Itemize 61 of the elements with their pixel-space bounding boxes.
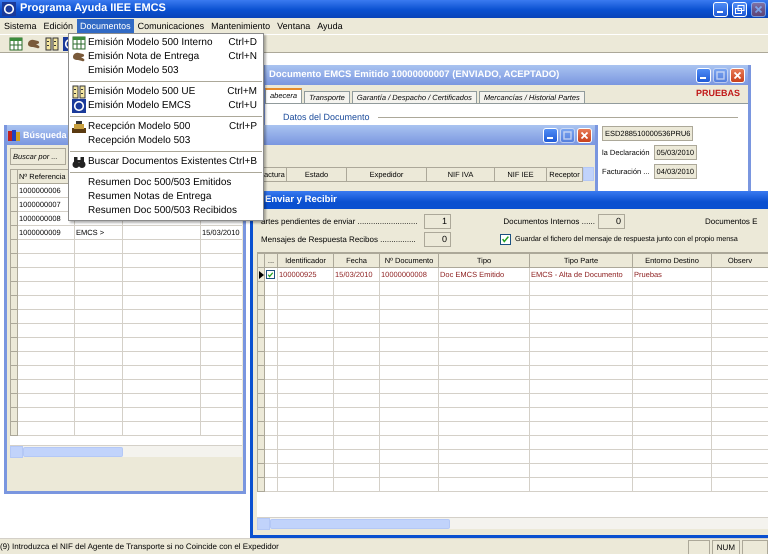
menu-item[interactable]: Recepción Modelo 503 (69, 134, 263, 148)
maximize-icon (715, 70, 726, 80)
menu-item[interactable]: Comunicaciones (134, 18, 208, 34)
menu-item[interactable]: Edición (40, 18, 76, 34)
books-icon (7, 128, 21, 142)
ring-icon (2, 2, 16, 16)
hand-icon (72, 50, 86, 64)
machine-icon (72, 120, 86, 134)
ring-icon (72, 99, 86, 113)
close-icon (579, 130, 590, 140)
menu-item[interactable]: Ventana (274, 18, 314, 34)
counter-label: Documentos Internos ...... (502, 216, 596, 226)
menu-item[interactable]: Emisión Nota de Entrega Ctrl+N (69, 50, 263, 64)
minimize-button[interactable] (543, 128, 558, 142)
menu-item[interactable]: Emisión Modelo 500 UE Ctrl+M (69, 85, 263, 99)
menu-item[interactable]: Emisión Modelo EMCS Ctrl+U (69, 99, 263, 113)
scrollbar-thumb[interactable] (23, 447, 123, 457)
minimize-button[interactable] (713, 2, 728, 16)
menu-item[interactable]: Ayuda (314, 18, 346, 34)
close-icon (732, 70, 743, 80)
menu-item[interactable]: Buscar Documentos Existentes Ctrl+B (69, 155, 263, 169)
columns-icon (72, 85, 86, 99)
section-title: Datos del Documento (283, 112, 370, 123)
counter-label: Mensajes de Respuesta Recibos ................ (261, 234, 417, 244)
grid-icon (9, 36, 23, 50)
close-icon (753, 4, 764, 14)
restore-icon (734, 4, 745, 14)
minimize-icon (717, 10, 723, 12)
columns-icon (45, 36, 59, 50)
minimize-icon (700, 76, 706, 78)
status-panel: NUM (712, 540, 740, 554)
restore-button[interactable] (732, 2, 747, 16)
window-title: Documento EMCS Emitido 10000000007 (ENVIADO, ACEPTADO) (269, 69, 560, 81)
menu-item[interactable]: Emisión Modelo 503 (69, 64, 263, 78)
counter-value: 0 (598, 214, 625, 229)
checkbox[interactable] (266, 270, 275, 280)
status-message: (9) Introduzca el NIF del Agente de Transporte si no Coincide con el Expedidor (0, 542, 280, 552)
counter-value: 0 (424, 232, 451, 247)
status-panel (688, 540, 710, 554)
menu-item[interactable]: Documentos (77, 18, 134, 34)
app-title: Programa Ayuda IIEE EMCS (20, 2, 167, 16)
menu-item[interactable]: Sistema (1, 18, 40, 34)
maximize-icon (562, 130, 573, 140)
environment-label: PRUEBAS (696, 88, 740, 99)
scrollbar-thumb[interactable] (270, 519, 450, 529)
menu-item[interactable]: Recepción Modelo 500 Ctrl+P (69, 120, 263, 134)
window-title: Búsqueda (23, 130, 67, 140)
menu-item[interactable]: Mantenimiento (208, 18, 274, 34)
minimize-icon (547, 136, 553, 138)
window-title: Enviar y Recibir (265, 194, 337, 206)
counter-value: 1 (424, 214, 451, 229)
grid-icon (72, 36, 86, 50)
checkbox[interactable] (500, 234, 511, 245)
status-panel (742, 540, 768, 554)
close-button[interactable] (577, 128, 592, 142)
menu-item[interactable]: Emisión Modelo 500 Interno Ctrl+D (69, 36, 263, 50)
close-button[interactable] (730, 68, 745, 82)
minimize-button[interactable] (696, 68, 711, 82)
counter-label: Documentos E (704, 216, 758, 226)
binoculars-icon (72, 155, 86, 169)
counter-label: artes pendientes de enviar ........................... (261, 216, 419, 226)
